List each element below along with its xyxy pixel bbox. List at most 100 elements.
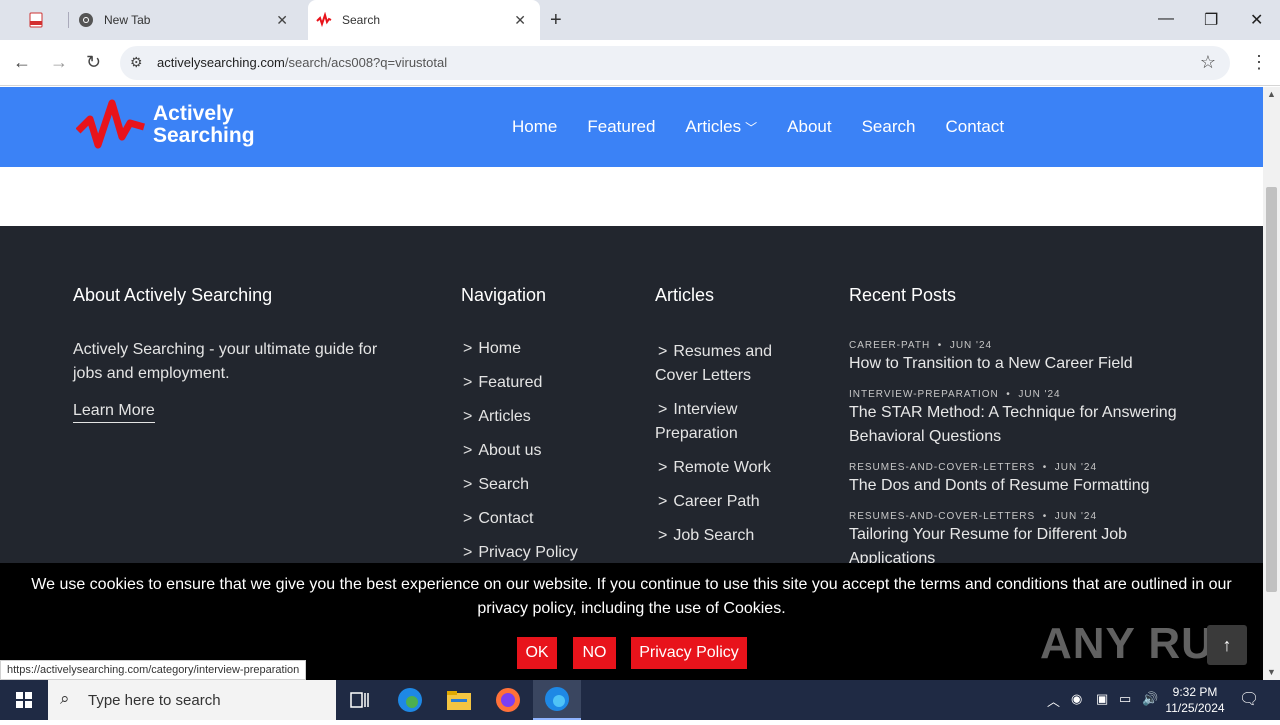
- footer-article-resumes[interactable]: > Resumes and Cover Letters: [655, 340, 795, 388]
- tray-edge-icon[interactable]: ◉: [1071, 691, 1082, 707]
- footer-nav-articles[interactable]: > Articles: [463, 408, 531, 426]
- learn-more-link[interactable]: Learn More: [73, 402, 155, 423]
- chevron-right-icon: >: [658, 401, 668, 418]
- nav-featured[interactable]: Featured: [587, 117, 655, 137]
- chrome-icon: [78, 12, 94, 28]
- chevron-right-icon: >: [658, 343, 668, 360]
- nav-articles[interactable]: Articles ﹀: [685, 117, 757, 137]
- scrollbar-thumb[interactable]: [1266, 187, 1277, 592]
- scroll-up-icon[interactable]: ▲: [1267, 89, 1276, 99]
- tab-separator: [68, 12, 69, 28]
- chevron-right-icon: >: [463, 442, 473, 459]
- footer-nav-contact[interactable]: > Contact: [463, 510, 533, 528]
- tab-search[interactable]: Search ✕: [308, 0, 540, 40]
- logo-icon[interactable]: [75, 97, 146, 162]
- nav-home[interactable]: Home: [512, 117, 557, 137]
- chevron-right-icon: >: [463, 476, 473, 493]
- volume-icon[interactable]: 🔊: [1142, 691, 1158, 707]
- footer-nav-privacy[interactable]: > Privacy Policy: [463, 544, 578, 562]
- url-text[interactable]: activelysearching.com/search/acs008?q=vi…: [157, 55, 447, 70]
- firefox-icon[interactable]: [484, 680, 532, 720]
- footer-nav-search[interactable]: > Search: [463, 476, 529, 494]
- nav-search[interactable]: Search: [862, 117, 916, 137]
- windows-start-icon[interactable]: [0, 680, 48, 720]
- forward-icon[interactable]: →: [50, 52, 68, 73]
- footer-recent-title: Recent Posts: [849, 285, 957, 305]
- scroll-to-top-icon[interactable]: ↑: [1207, 625, 1247, 665]
- page-scrollbar[interactable]: ▲ ▼: [1263, 87, 1280, 680]
- browser-menu-icon[interactable]: ⋮: [1250, 52, 1268, 73]
- cookie-no-button[interactable]: NO: [573, 637, 616, 669]
- chevron-right-icon: >: [658, 459, 668, 476]
- back-icon[interactable]: ←: [13, 52, 31, 73]
- reload-icon[interactable]: ↻: [86, 52, 101, 73]
- file-explorer-icon[interactable]: [435, 680, 483, 720]
- post-meta: INTERVIEW-PREPARATION • JUN '24: [849, 389, 1061, 400]
- post-meta: RESUMES-AND-COVER-LETTERS • JUN '24: [849, 462, 1098, 473]
- taskbar-clock[interactable]: 9:32 PM 11/25/2024: [1160, 684, 1230, 716]
- taskbar-search-placeholder: Type here to search: [88, 692, 221, 709]
- post-meta: RESUMES-AND-COVER-LETTERS • JUN '24: [849, 511, 1098, 522]
- activelysearching-icon: [316, 11, 332, 28]
- address-bar[interactable]: ⚙ activelysearching.com/search/acs008?q=…: [120, 46, 1230, 80]
- search-icon: ⌕: [60, 689, 70, 708]
- link-status-bar: https://activelysearching.com/category/i…: [0, 660, 307, 680]
- footer-article-jobsearch[interactable]: > Job Search: [655, 524, 795, 548]
- main-nav: Home Featured Articles ﹀ About Search Con…: [512, 117, 1034, 137]
- footer-articles-title: Articles: [655, 285, 715, 305]
- footer-nav-about[interactable]: > About us: [463, 442, 542, 460]
- site-info-icon[interactable]: ⚙: [130, 54, 143, 71]
- scroll-down-icon[interactable]: ▼: [1267, 667, 1276, 677]
- tray-device-icon[interactable]: ▣: [1096, 691, 1108, 707]
- windows-taskbar: ⌕ Type here to search ︿ ◉ ▣ ▭ 🔊 9:32 PM …: [0, 680, 1280, 720]
- edge-active-icon[interactable]: [533, 680, 581, 720]
- footer-article-career[interactable]: > Career Path: [655, 490, 795, 514]
- site-header: Actively Searching Home Featured Article…: [0, 87, 1263, 167]
- nav-contact[interactable]: Contact: [945, 117, 1004, 137]
- tray-overflow-icon[interactable]: ︿: [1047, 691, 1060, 710]
- cookie-text: We use cookies to ensure that we give yo…: [31, 576, 1232, 617]
- footer-article-interview[interactable]: > Interview Preparation: [655, 398, 795, 446]
- close-tab-icon[interactable]: ✕: [276, 12, 288, 29]
- new-tab-button[interactable]: +: [550, 9, 562, 32]
- page-viewport: Actively Searching Home Featured Article…: [0, 87, 1263, 680]
- footer-article-remote[interactable]: > Remote Work: [655, 456, 795, 480]
- chevron-right-icon: >: [463, 340, 473, 357]
- footer-nav-featured[interactable]: > Featured: [463, 374, 542, 392]
- chevron-down-icon: ﹀: [745, 121, 758, 135]
- tab-pdf[interactable]: [28, 0, 68, 40]
- nav-about[interactable]: About: [787, 117, 831, 137]
- chevron-right-icon: >: [463, 544, 473, 561]
- pdf-icon: [28, 12, 44, 28]
- cookie-privacy-button[interactable]: Privacy Policy: [631, 637, 747, 669]
- tab-new-tab[interactable]: New Tab ✕: [70, 0, 302, 40]
- cookie-ok-button[interactable]: OK: [517, 637, 557, 669]
- post-title[interactable]: The Dos and Donts of Resume Formatting: [849, 474, 1209, 498]
- browser-tab-bar: New Tab ✕ Search ✕ + — ❐ ✕: [0, 0, 1280, 40]
- footer-about-text: Actively Searching - your ultimate guide…: [73, 341, 378, 382]
- close-tab-icon[interactable]: ✕: [514, 12, 526, 29]
- chevron-right-icon: >: [463, 374, 473, 391]
- restore-icon[interactable]: ❐: [1204, 10, 1218, 30]
- notification-icon[interactable]: 🗨: [1239, 689, 1259, 709]
- post-title[interactable]: The STAR Method: A Technique for Answeri…: [849, 401, 1209, 449]
- post-title[interactable]: How to Transition to a New Career Field: [849, 352, 1209, 376]
- tab-label: Search: [342, 13, 381, 27]
- task-view-icon[interactable]: [336, 680, 384, 720]
- close-window-icon[interactable]: ✕: [1250, 10, 1263, 30]
- bookmark-star-icon[interactable]: ☆: [1200, 52, 1216, 73]
- minimize-icon[interactable]: —: [1158, 10, 1174, 28]
- tab-label: New Tab: [104, 13, 151, 27]
- post-meta: CAREER-PATH • JUN '24: [849, 340, 993, 351]
- footer-nav-home[interactable]: > Home: [463, 340, 521, 358]
- edge-icon[interactable]: [386, 680, 434, 720]
- taskbar-search[interactable]: ⌕ Type here to search: [48, 680, 336, 720]
- logo-text[interactable]: Actively Searching: [153, 103, 255, 147]
- network-icon[interactable]: ▭: [1119, 691, 1131, 707]
- chevron-right-icon: >: [658, 493, 668, 510]
- chevron-right-icon: >: [658, 527, 668, 544]
- footer-about-title: About Actively Searching: [73, 285, 273, 305]
- chevron-right-icon: >: [463, 510, 473, 527]
- footer-nav-title: Navigation: [461, 285, 547, 305]
- address-toolbar: ← → ↻ ⚙ activelysearching.com/search/acs…: [0, 40, 1280, 86]
